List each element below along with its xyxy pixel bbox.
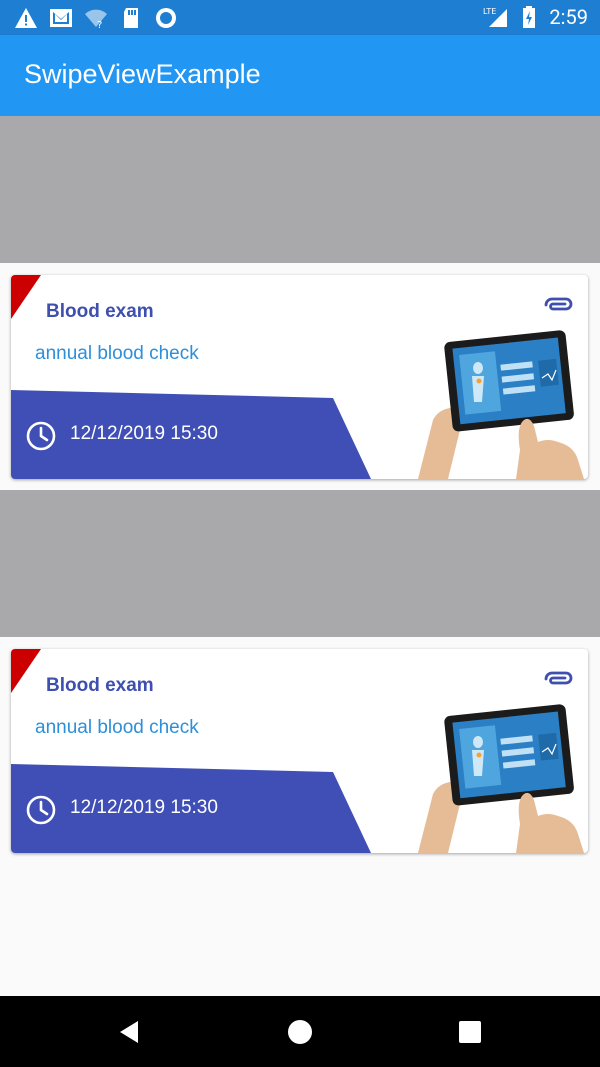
tablet-illustration [418,704,584,853]
card-subtitle: annual blood check [35,343,199,364]
status-bar: ? LTE 2:59 [0,0,600,35]
record-icon [156,8,176,28]
paperclip-icon[interactable] [542,669,574,689]
clock-time: 2:59 [549,5,588,29]
app-bar: SwipeViewExample [0,35,600,116]
card-title: Blood exam [46,301,154,322]
card-title: Blood exam [46,675,154,696]
notification-icons: ? [14,6,178,30]
sd-card-icon [124,8,138,28]
corner-ribbon [11,275,41,319]
navigation-bar [0,996,600,1067]
svg-text:LTE: LTE [483,7,496,16]
tablet-illustration [418,330,584,479]
lte-signal-icon: LTE [483,7,508,27]
page-title: SwipeViewExample [24,59,261,89]
swipe-view-background[interactable] [0,116,600,263]
swipe-card[interactable]: Blood exam annual blood check 12/12/2019… [11,275,588,479]
clock-icon [26,795,56,825]
svg-text:?: ? [97,20,102,30]
clock-icon [26,421,56,451]
swipe-card[interactable]: Blood exam annual blood check 12/12/2019… [11,649,588,853]
paperclip-icon[interactable] [542,295,574,315]
card-subtitle: annual blood check [35,717,199,738]
corner-ribbon [11,649,41,693]
mail-icon [50,9,72,27]
system-icons: LTE 2:59 [483,4,588,30]
swipe-view-background[interactable] [0,490,600,637]
card-datetime: 12/12/2019 15:30 [70,797,218,818]
card-datetime: 12/12/2019 15:30 [70,423,218,444]
home-icon[interactable] [286,1018,314,1046]
recents-icon[interactable] [456,1018,484,1046]
wifi-unknown-icon: ? [85,9,107,30]
back-icon[interactable] [116,1018,144,1046]
warning-icon [15,8,37,28]
battery-charging-icon [523,6,536,28]
